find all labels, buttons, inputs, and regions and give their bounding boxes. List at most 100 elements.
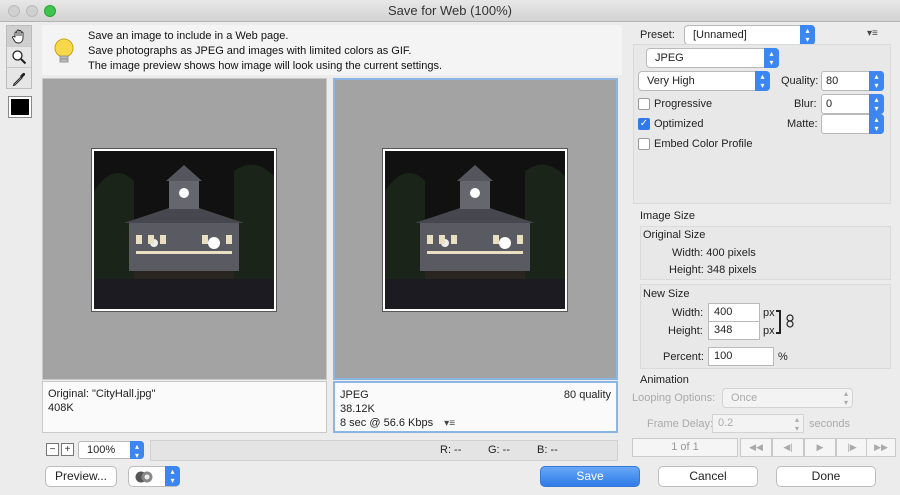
- matte-label: Matte:: [787, 118, 818, 130]
- optimized-label: Optimized: [654, 118, 704, 130]
- chevron-updown-icon: ▴ ▾: [869, 71, 884, 91]
- hand-tool[interactable]: [7, 26, 31, 47]
- progressive-checkbox[interactable]: [638, 98, 650, 110]
- blur-label: Blur:: [794, 98, 817, 110]
- new-height-unit: px: [763, 325, 775, 337]
- frame-delay-field[interactable]: 0.2 ▴ ▾: [712, 414, 804, 433]
- lightbulb-icon: [54, 38, 74, 63]
- tip-line-3: The image preview shows how image will l…: [88, 60, 442, 72]
- last-frame-icon[interactable]: ▶▶: [866, 438, 896, 457]
- compression-quality-value: Very High: [647, 75, 695, 87]
- optimized-checkbox[interactable]: ✓: [638, 118, 650, 130]
- original-preview-pane[interactable]: [42, 78, 327, 380]
- matte-select[interactable]: ▴ ▾: [821, 114, 884, 134]
- new-width-unit: px: [763, 307, 775, 319]
- green-readout: G: --: [488, 444, 510, 456]
- original-size-heading: Original Size: [643, 229, 706, 241]
- optimized-image-preview: [383, 149, 567, 311]
- save-button[interactable]: Save: [540, 466, 640, 487]
- original-info-panel: Original: "CityHall.jpg" 408K: [42, 381, 327, 433]
- previous-frame-icon[interactable]: ◀|: [772, 438, 804, 457]
- preview-button[interactable]: Preview...: [45, 466, 117, 487]
- download-time: 8 sec @ 56.6 Kbps: [340, 417, 434, 429]
- quality-label: Quality:: [781, 75, 819, 87]
- percent-field[interactable]: 100: [708, 347, 774, 366]
- original-file-name: Original: "CityHall.jpg": [48, 388, 156, 400]
- chevron-updown-icon: ▴ ▾: [130, 441, 144, 460]
- blue-readout: B: --: [537, 444, 558, 456]
- chevron-updown-icon: ▴ ▾: [869, 114, 884, 134]
- image-size-heading: Image Size: [640, 210, 696, 222]
- chevron-updown-icon: ▴ ▾: [869, 94, 884, 114]
- new-size-heading: New Size: [643, 288, 690, 300]
- zoom-level-value: 100%: [87, 444, 116, 456]
- optimized-info-panel[interactable]: JPEG 80 quality 38.12K 8 sec @ 56.6 Kbps…: [333, 381, 618, 433]
- window-title: Save for Web (100%): [387, 3, 513, 18]
- new-width-label: Width:: [672, 307, 704, 319]
- blur-value: 0: [826, 98, 833, 110]
- percent-unit: %: [778, 351, 788, 363]
- optimize-menu-icon[interactable]: ▾≡: [867, 28, 878, 39]
- chevron-updown-icon: ▴ ▾: [764, 48, 779, 68]
- play-icon[interactable]: ▶: [804, 438, 836, 457]
- new-width-value: 400: [714, 306, 733, 318]
- optimized-file-size: 38.12K: [340, 403, 375, 415]
- zoom-out-button[interactable]: −: [46, 443, 59, 456]
- constrain-bracket: [776, 310, 781, 334]
- zoom-level-select[interactable]: 100% ▴ ▾: [78, 441, 144, 460]
- looping-options-select[interactable]: Once ▴ ▾: [722, 388, 853, 408]
- optimized-format: JPEG: [340, 389, 369, 401]
- next-frame-icon[interactable]: |▶: [836, 438, 868, 457]
- frame-delay-value: 0.2: [718, 417, 734, 429]
- chevron-updown-icon: ▴ ▾: [843, 389, 848, 407]
- quality-value: 80: [826, 75, 839, 87]
- embed-color-profile-checkbox[interactable]: [638, 138, 650, 150]
- new-height-field[interactable]: 348: [708, 321, 760, 340]
- original-file-size: 408K: [48, 402, 74, 414]
- preset-select[interactable]: [Unnamed] ▴ ▾: [684, 25, 815, 45]
- red-readout: R: --: [440, 444, 462, 456]
- city-hall-photo: [385, 151, 565, 309]
- city-hall-photo: [94, 151, 274, 309]
- original-height: Height: 348 pixels: [669, 264, 757, 276]
- frame-counter: 1 of 1: [632, 438, 738, 457]
- hand-icon: [12, 29, 24, 44]
- chevron-updown-icon: ▴ ▾: [794, 415, 799, 433]
- looping-options-label: Looping Options:: [632, 392, 716, 404]
- progressive-label: Progressive: [654, 98, 713, 110]
- file-format-value: JPEG: [655, 52, 684, 64]
- frame-delay-unit: seconds: [809, 418, 850, 430]
- tool-palette: [6, 25, 32, 89]
- optimized-quality: 80 quality: [563, 389, 611, 401]
- zoom-tool[interactable]: [7, 47, 31, 68]
- embed-color-profile-label: Embed Color Profile: [654, 138, 753, 150]
- chevron-updown-icon: ▴ ▾: [165, 466, 180, 486]
- percent-label: Percent:: [663, 351, 704, 363]
- file-format-select[interactable]: JPEG ▴ ▾: [646, 48, 779, 68]
- new-height-label: Height:: [668, 325, 703, 337]
- cancel-button[interactable]: Cancel: [658, 466, 758, 487]
- tip-line-2: Save photographs as JPEG and images with…: [88, 45, 412, 57]
- percent-value: 100: [714, 350, 733, 362]
- looping-options-value: Once: [731, 392, 758, 404]
- first-frame-icon[interactable]: ◀◀: [740, 438, 772, 457]
- blur-field[interactable]: 0 ▴ ▾: [821, 94, 884, 114]
- browser-select[interactable]: ▴ ▾: [128, 466, 180, 487]
- compression-quality-select[interactable]: Very High ▴ ▾: [638, 71, 770, 91]
- eyedropper-color-swatch[interactable]: [8, 96, 32, 118]
- checkmark-icon: ✓: [639, 118, 649, 129]
- quality-field[interactable]: 80 ▴ ▾: [821, 71, 884, 91]
- new-width-field[interactable]: 400: [708, 303, 760, 322]
- chevron-updown-icon: ▴ ▾: [755, 71, 770, 91]
- browser-icon: [135, 471, 153, 483]
- new-height-value: 348: [714, 324, 733, 336]
- done-button[interactable]: Done: [776, 466, 876, 487]
- original-image-preview: [92, 149, 276, 311]
- preset-value: [Unnamed]: [693, 29, 747, 41]
- preset-label: Preset:: [640, 29, 675, 41]
- eyedropper-tool[interactable]: [7, 68, 31, 89]
- zoom-in-button[interactable]: +: [61, 443, 74, 456]
- chain-link-icon[interactable]: [786, 314, 794, 328]
- download-speed-menu-icon[interactable]: ▾≡: [444, 418, 455, 429]
- optimized-preview-pane[interactable]: [333, 78, 618, 380]
